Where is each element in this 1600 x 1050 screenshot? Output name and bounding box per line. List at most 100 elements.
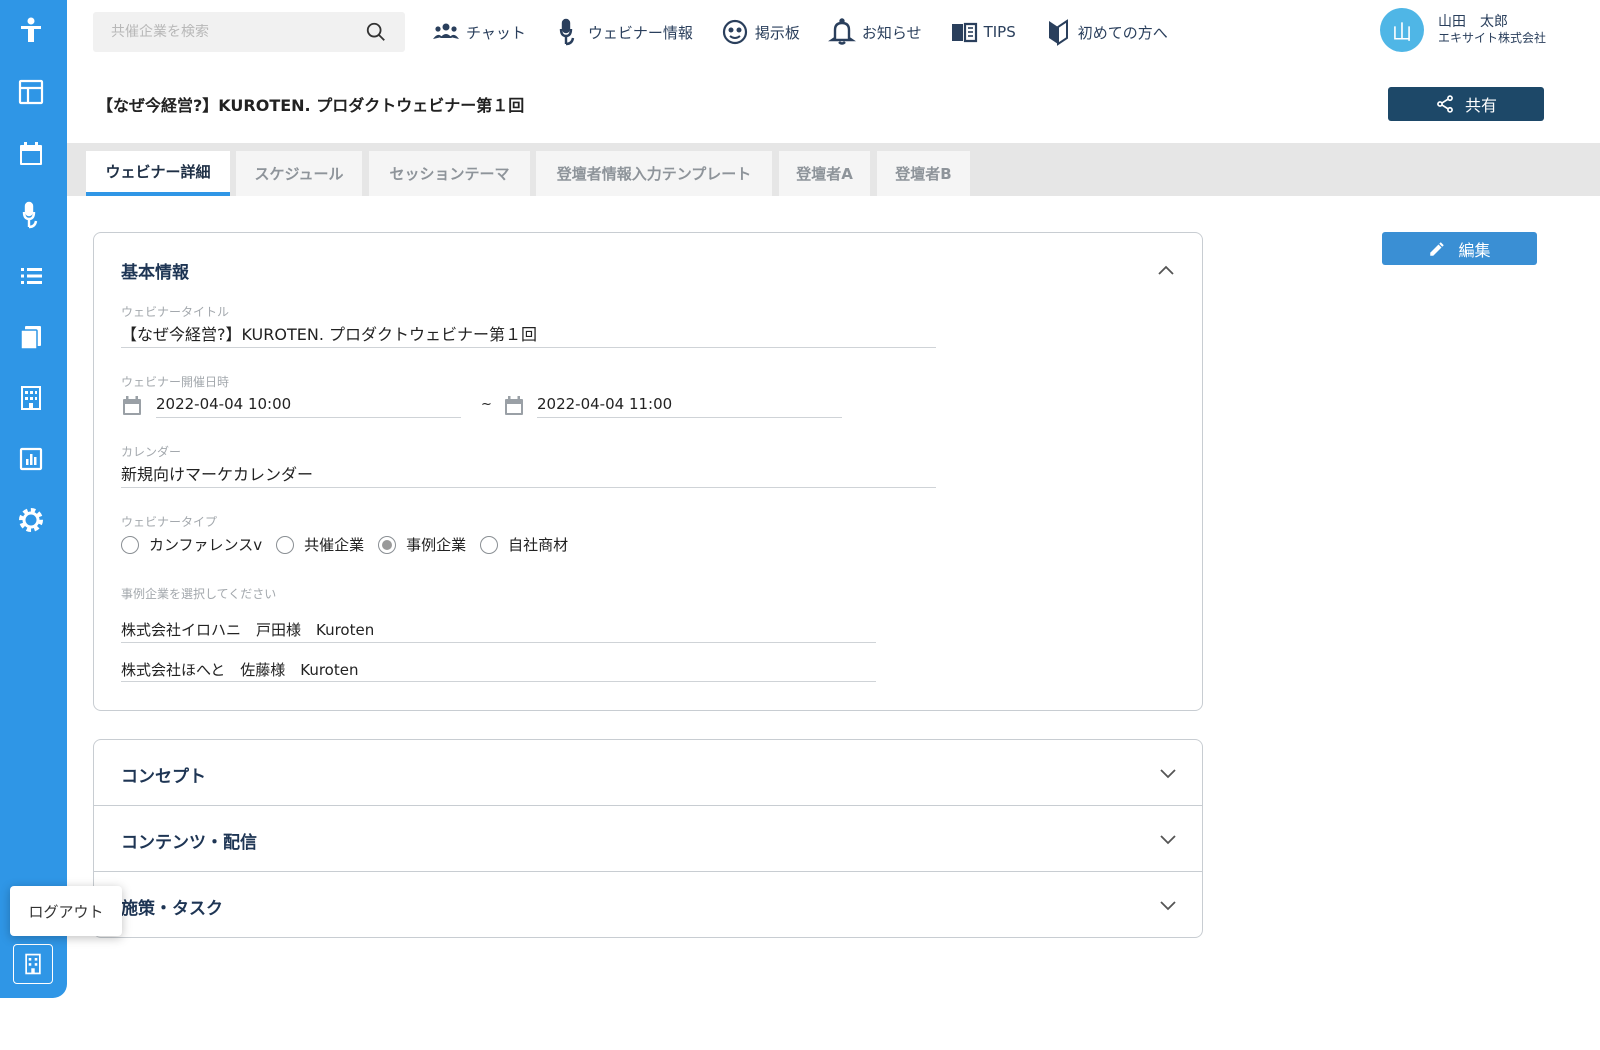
- nav-beginner[interactable]: 初めての方へ: [1044, 18, 1168, 46]
- share-label: 共有: [1464, 96, 1497, 115]
- radio-label: 自社商材: [508, 536, 569, 554]
- webinar-type-radios: カンファレンスv 共催企業 事例企業 自社商材: [121, 534, 582, 555]
- webinar-type-label: ウェビナータイプ: [121, 515, 218, 529]
- avatar: 山: [1380, 8, 1424, 52]
- logo-icon[interactable]: [16, 15, 46, 45]
- case-company-label: 事例企業を選択してください: [121, 587, 277, 601]
- datetime-label: ウェビナー開催日時: [121, 375, 230, 389]
- clipboard-icon[interactable]: [16, 322, 46, 352]
- radio-label: 事例企業: [406, 536, 467, 554]
- share-button[interactable]: 共有: [1388, 87, 1544, 121]
- nav-beginner-label: 初めての方へ: [1077, 23, 1168, 42]
- app-root: ログアウト チャット ウェビナー情報 掲示板 お知らせ TIPS 初めての方へ: [0, 0, 1600, 1050]
- share-icon: [1437, 95, 1453, 113]
- gear-icon[interactable]: [16, 505, 46, 535]
- calendar-label: カレンダー: [121, 445, 182, 459]
- tab-speaker-b[interactable]: 登壇者B: [877, 151, 970, 196]
- chevron-up-icon[interactable]: [1156, 261, 1176, 281]
- board-icon: [722, 19, 747, 45]
- tab-speaker-a[interactable]: 登壇者A: [779, 151, 870, 196]
- start-datetime-field[interactable]: 2022-04-04 10:00: [156, 395, 291, 413]
- radio-case-company[interactable]: 事例企業: [378, 534, 466, 555]
- basic-info-card: 基本情報 ウェビナータイトル 【なぜ今経営?】KUROTEN. プロダクトウェビ…: [93, 232, 1203, 711]
- list-icon[interactable]: [16, 261, 46, 291]
- nav-board[interactable]: 掲示板: [721, 18, 800, 46]
- nav-board-label: 掲示板: [754, 23, 800, 42]
- case-company-item[interactable]: 株式会社イロハニ 戸田様 Kuroten: [121, 619, 374, 640]
- company-switch-button[interactable]: [13, 944, 53, 984]
- tab-speaker-template[interactable]: 登壇者情報入力テンプレート: [536, 151, 772, 196]
- bell-icon: [827, 18, 856, 45]
- chart-icon[interactable]: [16, 444, 46, 474]
- user-name: 山田 太郎: [1438, 14, 1508, 30]
- webinar-title-underline: [121, 347, 936, 348]
- webinar-title-field[interactable]: 【なぜ今経営?】KUROTEN. プロダクトウェビナー第１回: [121, 321, 537, 345]
- microphone-icon: [559, 18, 575, 46]
- nav-tips-label: TIPS: [983, 23, 1016, 41]
- nav-notice[interactable]: お知らせ: [827, 18, 922, 46]
- chevron-down-icon[interactable]: [1158, 895, 1178, 915]
- tab-schedule[interactable]: スケジュール: [236, 151, 362, 196]
- user-company: エキサイト株式会社: [1438, 31, 1547, 45]
- nav-tips[interactable]: TIPS: [950, 18, 1016, 46]
- beginner-mark-icon: [1048, 19, 1068, 46]
- radio-dot[interactable]: [121, 535, 139, 554]
- sidebar: [0, 0, 67, 998]
- search-input[interactable]: [111, 24, 365, 40]
- chevron-down-icon[interactable]: [1158, 763, 1178, 783]
- people-icon: [433, 23, 459, 39]
- logout-button[interactable]: ログアウト: [10, 886, 122, 936]
- radio-own-product[interactable]: 自社商材: [480, 534, 568, 555]
- user-menu[interactable]: 山 山田 太郎 エキサイト株式会社: [1380, 8, 1546, 52]
- tab-session-theme[interactable]: セッションテーマ: [369, 151, 530, 196]
- accordion-contents[interactable]: コンテンツ・配信: [94, 806, 1202, 872]
- radio-dot[interactable]: [480, 535, 499, 554]
- calendar-icon[interactable]: [16, 139, 46, 169]
- calendar-icon[interactable]: [121, 395, 143, 417]
- calendar-field[interactable]: 新規向けマーケカレンダー: [121, 461, 313, 485]
- end-datetime-field[interactable]: 2022-04-04 11:00: [537, 395, 672, 413]
- top-nav: チャット ウェビナー情報 掲示板 お知らせ TIPS 初めての方へ: [432, 16, 1196, 48]
- company-underline: [121, 681, 876, 682]
- edit-label: 編集: [1458, 240, 1491, 260]
- microphone-icon[interactable]: [16, 200, 46, 230]
- nav-chat[interactable]: チャット: [432, 18, 526, 46]
- start-datetime-underline: [156, 417, 461, 418]
- radio-dot[interactable]: [276, 535, 295, 554]
- calendar-underline: [121, 487, 936, 488]
- accordion-label: 施策・タスク: [121, 899, 223, 919]
- user-text: 山田 太郎 エキサイト株式会社: [1438, 14, 1546, 46]
- accordion-concept[interactable]: コンセプト: [94, 740, 1202, 806]
- nav-webinar-info-label: ウェビナー情報: [587, 23, 693, 42]
- radio-cohost[interactable]: 共催企業: [276, 534, 364, 555]
- webinar-title-label: ウェビナータイトル: [121, 305, 230, 319]
- datetime-tilde: ~: [481, 397, 492, 412]
- radio-label: 共催企業: [304, 536, 365, 554]
- accordion-tasks[interactable]: 施策・タスク: [94, 872, 1202, 937]
- radio-dot-selected[interactable]: [378, 535, 397, 554]
- pencil-icon: [1430, 241, 1445, 256]
- radio-label: カンファレンスv: [149, 536, 263, 554]
- page-title: 【なぜ今経営?】KUROTEN. プロダクトウェビナー第１回: [97, 96, 525, 115]
- nav-notice-label: お知らせ: [861, 23, 922, 42]
- accordion-group: コンセプト コンテンツ・配信 施策・タスク: [93, 739, 1203, 938]
- search-bar: [93, 12, 405, 52]
- dashboard-icon[interactable]: [16, 77, 46, 107]
- edit-button[interactable]: 編集: [1382, 232, 1537, 265]
- book-icon: [951, 22, 977, 43]
- building-icon: [25, 953, 41, 975]
- calendar-icon[interactable]: [503, 395, 525, 417]
- company-underline: [121, 642, 876, 643]
- accordion-label: コンテンツ・配信: [121, 833, 257, 853]
- nav-webinar-info[interactable]: ウェビナー情報: [554, 18, 693, 46]
- tab-webinar-detail[interactable]: ウェビナー詳細: [86, 151, 230, 196]
- chevron-down-icon[interactable]: [1158, 829, 1178, 849]
- accordion-label: コンセプト: [121, 767, 206, 787]
- nav-chat-label: チャット: [466, 23, 526, 42]
- end-datetime-underline: [537, 417, 842, 418]
- search-icon[interactable]: [365, 21, 387, 43]
- radio-conference[interactable]: カンファレンスv: [121, 534, 262, 555]
- case-company-item[interactable]: 株式会社ほへと 佐藤様 Kuroten: [121, 659, 358, 680]
- basic-info-title: 基本情報: [121, 263, 189, 283]
- building-icon[interactable]: [16, 383, 46, 413]
